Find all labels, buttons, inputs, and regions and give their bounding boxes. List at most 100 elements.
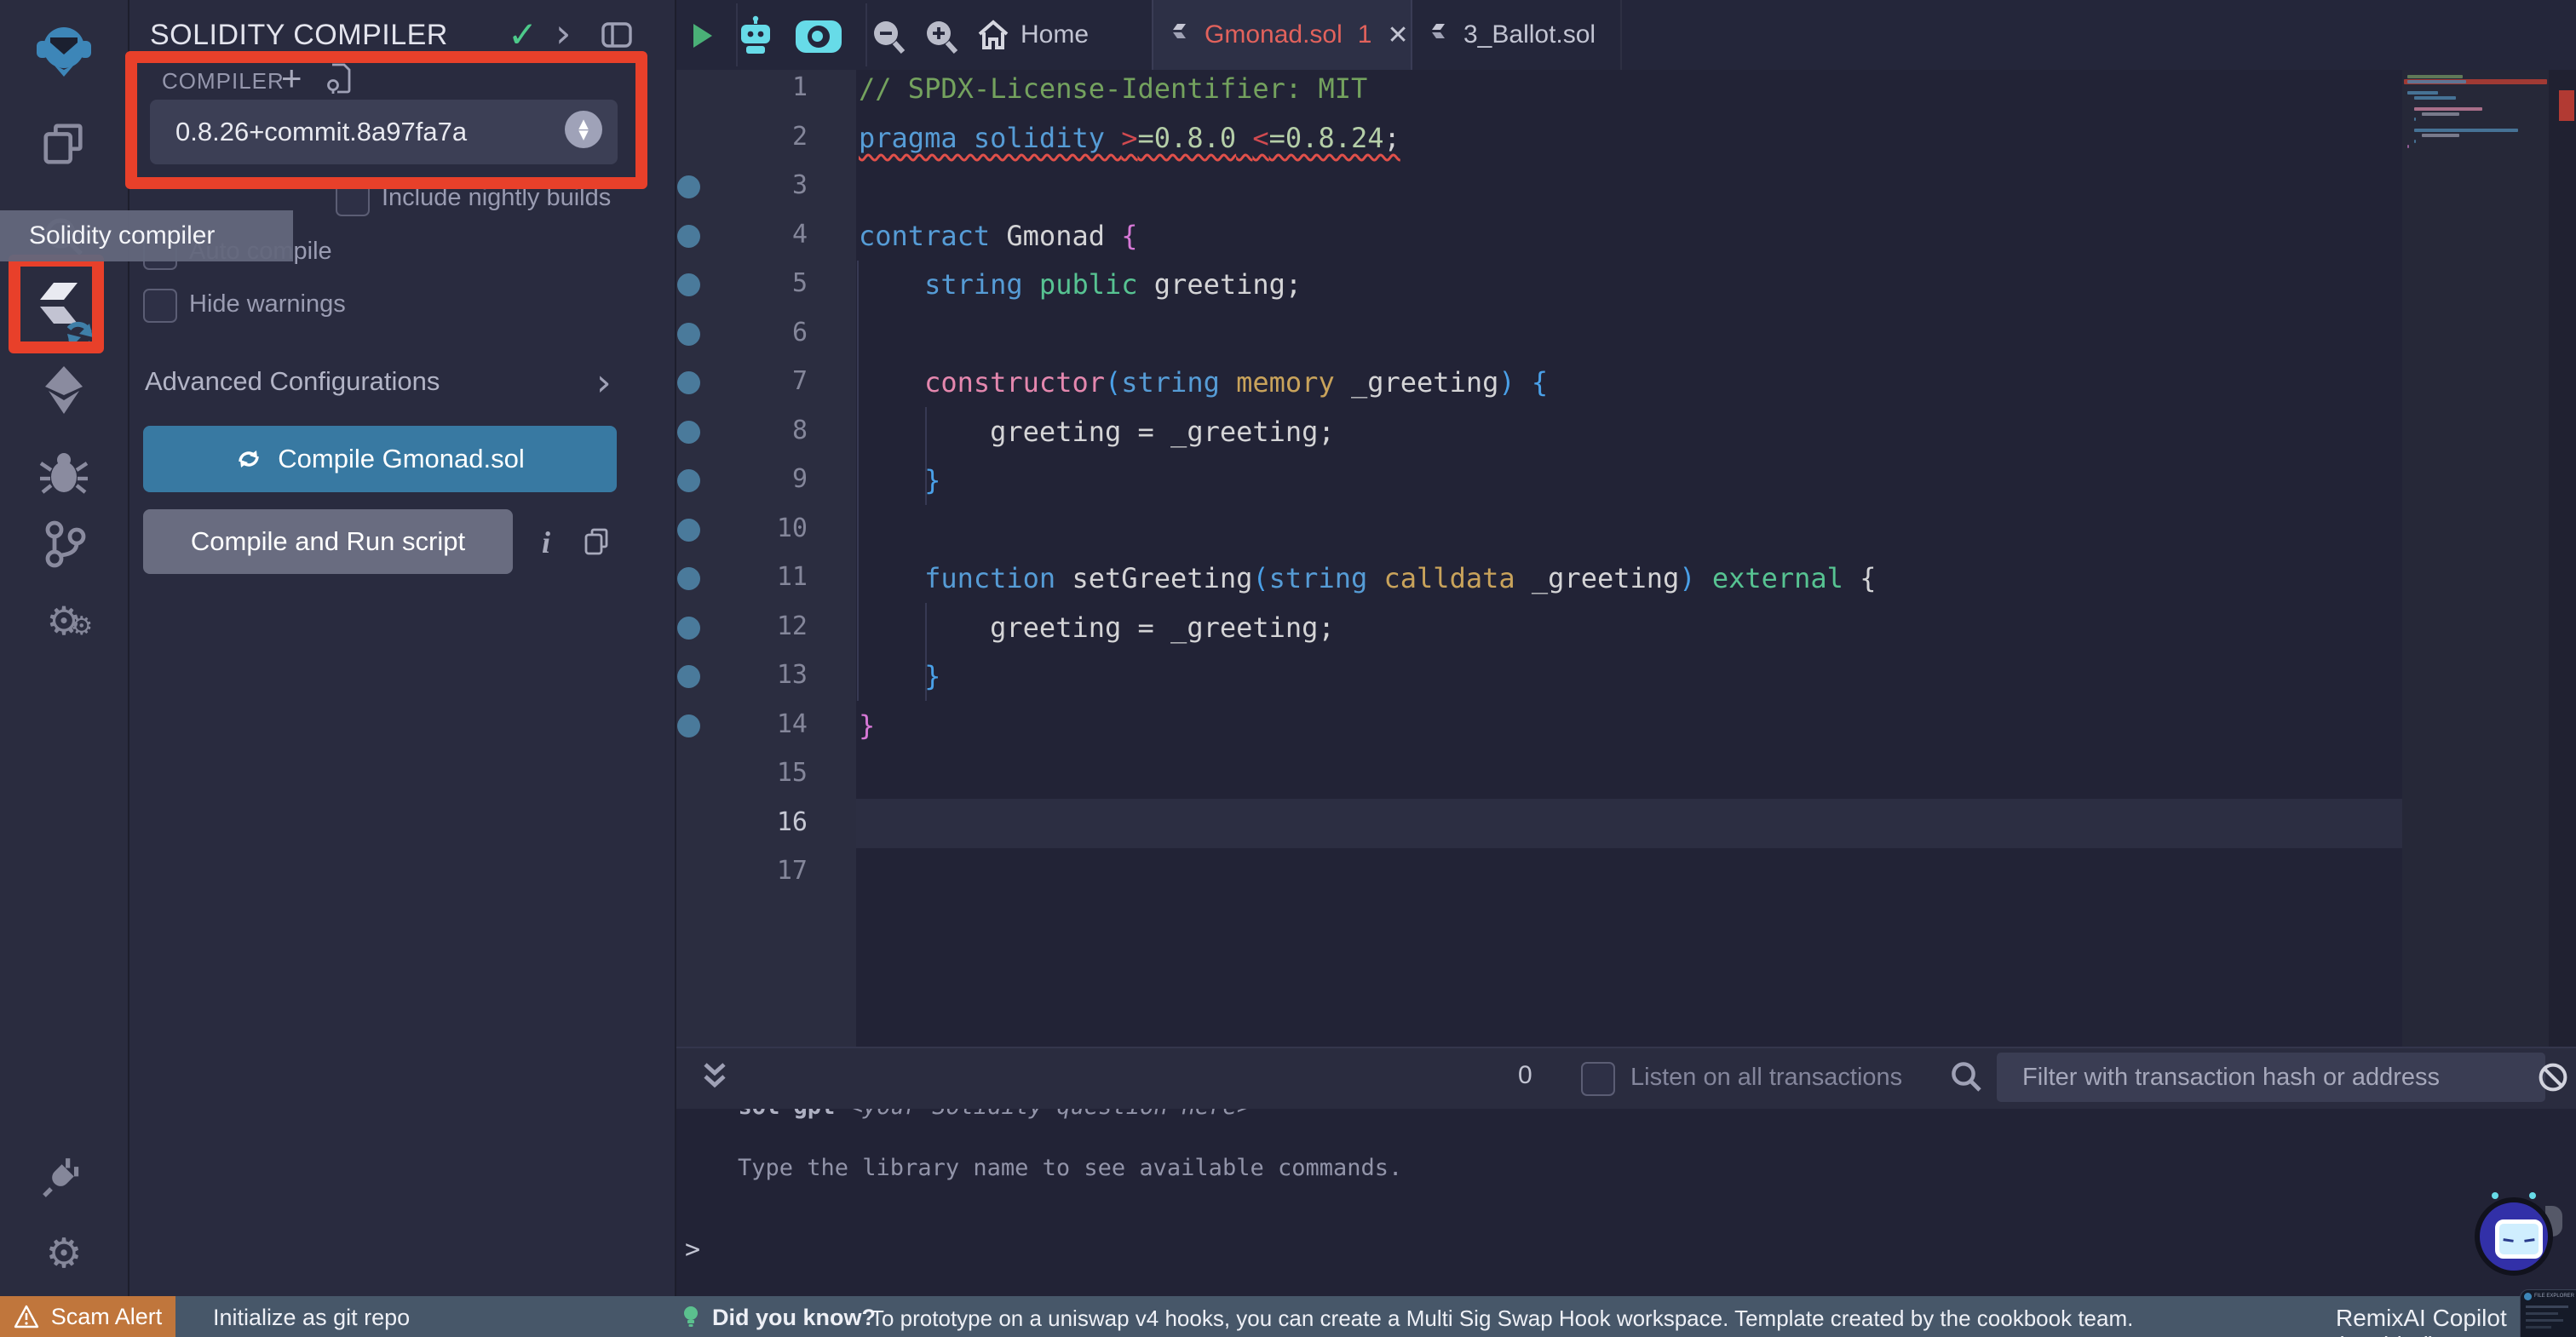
code-line[interactable]: contract Gmonad { bbox=[859, 212, 1138, 261]
add-compiler-icon[interactable]: + bbox=[281, 58, 302, 99]
tab-ballot-label: 3_Ballot.sol bbox=[1463, 20, 1596, 49]
terminal-line-help: Type the library name to see available c… bbox=[738, 1155, 1403, 1181]
line-number: 1 bbox=[791, 72, 808, 102]
compile-and-run-button[interactable]: Compile and Run script bbox=[143, 509, 513, 574]
panel-forward-chevron-icon[interactable]: › bbox=[555, 10, 571, 56]
gutter-dot[interactable] bbox=[677, 665, 700, 688]
filter-placeholder: Filter with transaction hash or address bbox=[2022, 1063, 2440, 1091]
gutter-dot[interactable] bbox=[677, 567, 700, 590]
minimap-line bbox=[2414, 129, 2519, 132]
refresh-icon bbox=[239, 450, 259, 468]
line-number: 5 bbox=[791, 268, 808, 298]
version-spinner-icon: ▲ ▼ bbox=[565, 111, 602, 148]
split-columns-icon[interactable] bbox=[601, 22, 632, 48]
tip-text: To prototype on a uniswap v4 hooks, you … bbox=[871, 1305, 2134, 1331]
zoom-out-icon[interactable] bbox=[871, 19, 906, 55]
gutter-dot[interactable] bbox=[677, 371, 700, 394]
icon-rail: ⚙ ⚙ ⚙ bbox=[0, 0, 129, 1337]
tab-close-icon[interactable]: ✕ bbox=[1387, 20, 1408, 50]
code-line[interactable]: string public greeting; bbox=[859, 261, 1302, 310]
code-line[interactable]: // SPDX-License-Identifier: MIT bbox=[859, 65, 1367, 114]
gutter-dot[interactable] bbox=[677, 273, 700, 296]
line-number: 2 bbox=[791, 121, 808, 152]
compile-button[interactable]: Compile Gmonad.sol bbox=[143, 426, 617, 492]
line-number: 7 bbox=[791, 366, 808, 396]
compiler-doc-icon[interactable] bbox=[325, 61, 354, 95]
gutter-dot[interactable] bbox=[677, 322, 700, 346]
file-explorer-icon[interactable] bbox=[0, 121, 128, 167]
code-line[interactable]: } bbox=[859, 652, 940, 702]
code-line[interactable]: } bbox=[859, 702, 875, 751]
git-icon[interactable] bbox=[0, 519, 128, 569]
scam-alert-badge[interactable]: Scam Alert bbox=[0, 1296, 175, 1337]
run-script-play-icon[interactable] bbox=[692, 22, 714, 49]
gutter-dot[interactable] bbox=[677, 420, 700, 444]
line-number: 17 bbox=[776, 856, 808, 886]
deploy-run-icon[interactable] bbox=[0, 364, 128, 416]
gutter-dot[interactable] bbox=[677, 469, 700, 492]
listen-transactions-label: Listen on all transactions bbox=[1630, 1064, 1903, 1091]
gutter-dot[interactable] bbox=[677, 175, 700, 198]
remix-ide: ⚙ ⚙ ⚙ SOLIDITY COMPILER ✓ › COMPILER + 0… bbox=[0, 0, 2576, 1337]
ai-toggle-icon[interactable] bbox=[796, 20, 842, 53]
debugger-bug-icon[interactable] bbox=[0, 450, 128, 496]
gutter-dot[interactable] bbox=[677, 224, 700, 248]
minimap-line bbox=[2407, 144, 2410, 148]
terminal-collapse-icon[interactable] bbox=[700, 1059, 729, 1093]
advanced-configurations[interactable]: Advanced Configurations bbox=[145, 366, 440, 397]
code-line[interactable]: function setGreeting(string calldata _gr… bbox=[859, 554, 1876, 604]
line-number: 9 bbox=[791, 464, 808, 494]
info-icon[interactable]: i bbox=[542, 525, 550, 560]
terminal-prompt[interactable]: > bbox=[685, 1235, 700, 1265]
minimap-line bbox=[2421, 134, 2459, 138]
line-number: 14 bbox=[776, 709, 808, 739]
line-number: 13 bbox=[776, 660, 808, 690]
line-number: 15 bbox=[776, 758, 808, 788]
copy-icon[interactable] bbox=[583, 526, 612, 557]
plugin-runner-icon[interactable]: ⚙ ⚙ bbox=[0, 598, 128, 644]
editor-tabbar bbox=[676, 0, 2576, 70]
clear-console-ban-icon[interactable] bbox=[2537, 1061, 2569, 1093]
editor-gutter bbox=[676, 70, 856, 1047]
minimap[interactable] bbox=[2402, 70, 2549, 1047]
solidity-compiler-icon[interactable] bbox=[0, 278, 128, 349]
listen-transactions-checkbox[interactable] bbox=[1581, 1062, 1615, 1096]
hide-warnings-checkbox[interactable] bbox=[143, 289, 177, 323]
tab-gmonad[interactable]: Gmonad.sol 1 ✕ bbox=[1152, 0, 1412, 70]
zoom-in-icon[interactable] bbox=[923, 19, 959, 55]
line-number: 4 bbox=[791, 219, 808, 250]
remix-logo-icon[interactable] bbox=[0, 20, 128, 82]
code-line[interactable]: greeting = _greeting; bbox=[859, 604, 1335, 653]
solidity-file-icon bbox=[1432, 24, 1445, 38]
settings-gear-icon[interactable]: ⚙ bbox=[0, 1230, 128, 1277]
compiler-version-value: 0.8.26+commit.8a97fa7a bbox=[175, 117, 468, 146]
home-tab-label[interactable]: Home bbox=[1021, 20, 1089, 49]
remix-ai-assistant-button[interactable] bbox=[2475, 1192, 2553, 1276]
gutter-dot[interactable] bbox=[677, 616, 700, 640]
minimap-line bbox=[2407, 90, 2438, 95]
warning-icon bbox=[14, 1305, 38, 1328]
filter-transactions-input[interactable]: Filter with transaction hash or address bbox=[1997, 1053, 2545, 1102]
compile-success-check-icon: ✓ bbox=[508, 14, 538, 55]
home-icon[interactable] bbox=[976, 19, 1010, 51]
gutter-dot[interactable] bbox=[677, 714, 700, 737]
code-line[interactable]: } bbox=[859, 456, 940, 506]
ai-robot-icon[interactable] bbox=[734, 15, 777, 56]
code-line[interactable]: constructor(string memory _greeting) { bbox=[859, 359, 1548, 408]
terminal-search-icon[interactable] bbox=[1949, 1059, 1983, 1093]
minimap-line bbox=[2407, 80, 2467, 84]
git-init-button[interactable]: Initialize as git repo bbox=[213, 1305, 410, 1331]
compiler-version-select[interactable]: 0.8.26+commit.8a97fa7a ▲ ▼ bbox=[150, 100, 618, 164]
tab-ballot[interactable]: 3_Ballot.sol bbox=[1412, 0, 1622, 70]
code-line[interactable]: pragma solidity >=0.8.0 <=0.8.24; bbox=[859, 114, 1400, 164]
rail-tooltip-label: Solidity compiler bbox=[29, 221, 216, 250]
line-number: 11 bbox=[776, 562, 808, 592]
editor-scrollbar[interactable] bbox=[2549, 70, 2576, 1047]
advanced-chevron-icon[interactable]: › bbox=[596, 361, 612, 405]
nightly-builds-checkbox[interactable] bbox=[336, 182, 370, 216]
plugin-manager-icon[interactable] bbox=[0, 1151, 128, 1201]
gutter-dot[interactable] bbox=[677, 518, 700, 542]
rail-tooltip: Solidity compiler bbox=[0, 210, 293, 261]
code-line[interactable]: greeting = _greeting; bbox=[859, 408, 1335, 457]
picture-in-picture-file-explorer[interactable]: FILE EXPLORER bbox=[2520, 1289, 2576, 1337]
